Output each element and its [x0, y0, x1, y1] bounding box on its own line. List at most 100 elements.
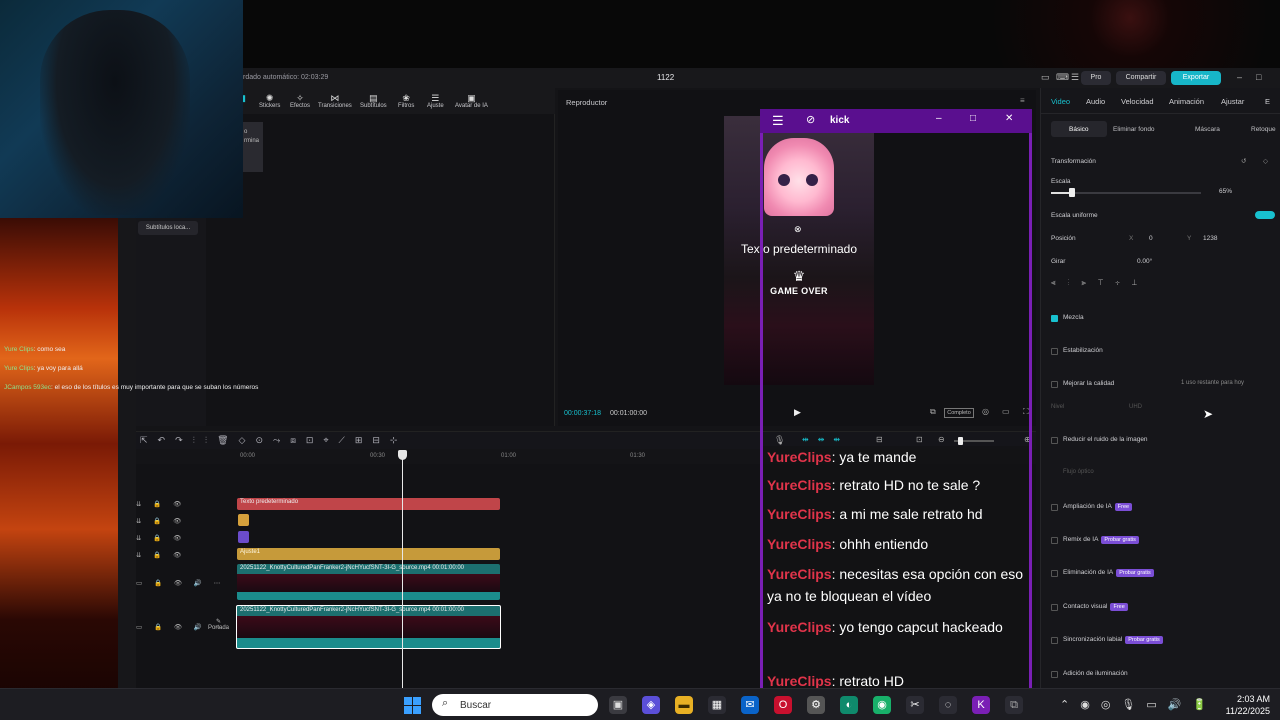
cover-button[interactable]: ✎ Portada	[208, 618, 229, 631]
clock-date: 11/22/2025	[1225, 706, 1270, 716]
adjust-clip[interactable]: Ajuste1	[237, 548, 500, 560]
media-card[interactable]: o rmina	[243, 122, 263, 172]
search-icon: ⌕	[442, 697, 449, 709]
eye-contact-checkbox[interactable]	[1051, 604, 1058, 611]
extra-app-icon[interactable]: ⧉	[1005, 696, 1023, 714]
capcut-icon[interactable]: ✂	[906, 696, 924, 714]
copilot-icon[interactable]: ◈	[642, 696, 660, 714]
tab-more[interactable]: E	[1265, 97, 1270, 106]
uniform-scale-toggle[interactable]	[1255, 211, 1275, 219]
keyframe-icon[interactable]: ◇	[1263, 157, 1268, 165]
keyboard-icon[interactable]: ⌨	[1056, 72, 1069, 83]
text-clip[interactable]: Texto predeterminado	[237, 498, 500, 510]
media-card-text: o rmina	[244, 129, 260, 144]
layout-icon[interactable]: ▭	[1041, 72, 1050, 83]
playhead[interactable]	[402, 450, 403, 688]
quality-level-value[interactable]: UHD	[1129, 404, 1142, 410]
kick-close-icon[interactable]: ✕	[1005, 113, 1013, 124]
denoise-checkbox[interactable]	[1051, 437, 1058, 444]
transition-icon: ⋈	[330, 93, 340, 103]
ai-remove-label: Eliminación de IA Probar gratis	[1063, 569, 1154, 577]
free-badge: Free	[1110, 603, 1128, 611]
effect-clip[interactable]	[238, 531, 249, 543]
subtab-retouch[interactable]: Retoque	[1251, 126, 1276, 133]
pro-button[interactable]: Pro	[1081, 71, 1111, 85]
track-controls[interactable]: ⇊ 🔒 👁	[136, 500, 186, 508]
lip-sync-checkbox[interactable]	[1051, 637, 1058, 644]
obs-icon[interactable]: ◌	[939, 696, 957, 714]
system-tray[interactable]: ⌃◉◎🎙▭🔊🔋	[1060, 698, 1217, 711]
taskbar-search[interactable]: ⌕ Buscar	[432, 694, 598, 716]
track-controls[interactable]: ⇊ 🔒 👁	[136, 534, 186, 542]
tab-adjust[interactable]: Ajustar	[1221, 97, 1244, 106]
playhead-handle[interactable]	[398, 450, 407, 460]
inspector-tabs: Video Audio Velocidad Animación Ajustar …	[1041, 88, 1280, 114]
local-subtitles-item[interactable]: Subtítulos loca...	[138, 221, 198, 235]
chrome-icon[interactable]: ◉	[873, 696, 891, 714]
opera-icon[interactable]: O	[774, 696, 792, 714]
tab-animation[interactable]: Animación	[1169, 97, 1204, 106]
subtab-basic[interactable]: Básico	[1069, 126, 1089, 133]
reset-icon[interactable]: ↺	[1241, 157, 1246, 165]
track-controls[interactable]: ▭ 🔒 👁 🔊 ⋯	[136, 579, 225, 587]
tab-audio[interactable]: Audio	[1086, 97, 1105, 106]
subtab-mask[interactable]: Máscara	[1195, 126, 1220, 133]
settings-app-icon[interactable]: ⚙	[807, 696, 825, 714]
transform-heading: Transformación	[1051, 158, 1096, 165]
taskbar-clock[interactable]: 2:03 AM 11/22/2025	[1214, 693, 1270, 717]
pos-y-value[interactable]: 1238	[1203, 235, 1217, 242]
timeline-tools[interactable]: ⇱↶↷⫶⫶🗑◇⊙⤳⧈⊡⌖⟋⊞⊟⊹	[136, 435, 407, 446]
maximize-icon[interactable]: □	[1256, 72, 1261, 82]
tool-filters[interactable]: ❀ Filtros	[398, 93, 414, 109]
tool-subtitles[interactable]: ▤ Subtítulos	[360, 93, 387, 109]
ai-remix-checkbox[interactable]	[1051, 537, 1058, 544]
ai-remove-checkbox[interactable]	[1051, 570, 1058, 577]
minimize-icon[interactable]: –	[1237, 72, 1242, 82]
export-button[interactable]: Exportar	[1171, 71, 1221, 85]
align-buttons[interactable]: ⫷⫶⫸⊤⊹⊥	[1051, 278, 1149, 288]
lighting-checkbox[interactable]	[1051, 671, 1058, 678]
video-clip-selected[interactable]: 20251122_KnottyCulturedPanFranker2-jNcHY…	[236, 605, 501, 649]
ai-expand-checkbox[interactable]	[1051, 504, 1058, 511]
video-clip[interactable]: 20251122_KnottyCulturedPanFranker2-jNcHY…	[237, 564, 500, 600]
subtab-remove-bg[interactable]: Eliminar fondo	[1113, 126, 1155, 133]
hamburger-menu-icon[interactable]: ☰	[772, 113, 784, 129]
share-button[interactable]: Compartir	[1116, 71, 1166, 85]
settings-icon[interactable]: ☰	[1071, 72, 1079, 83]
kick-minimize-icon[interactable]: –	[936, 113, 942, 124]
tab-speed[interactable]: Velocidad	[1121, 97, 1154, 106]
tab-video[interactable]: Video	[1051, 97, 1070, 106]
quality-checkbox[interactable]	[1051, 381, 1058, 388]
edge-icon[interactable]: ◐	[840, 696, 858, 714]
clock-time: 2:03 AM	[1236, 694, 1270, 704]
player-menu-icon[interactable]: ≡	[1020, 96, 1025, 105]
kick-maximize-icon[interactable]: □	[970, 113, 976, 124]
file-explorer-icon[interactable]: ▬	[675, 696, 693, 714]
start-button[interactable]	[404, 697, 421, 714]
mail-icon[interactable]: ✉	[741, 696, 759, 714]
tool-effects[interactable]: ✧ Efectos	[290, 93, 310, 109]
rotate-value[interactable]: 0.00°	[1137, 258, 1152, 265]
kick-title: kick	[830, 115, 850, 126]
video-clip-label: 20251122_KnottyCulturedPanFranker2-jNcHY…	[240, 565, 465, 571]
track-controls[interactable]: ⇊ 🔒 👁	[136, 517, 186, 525]
media-toolbar: ▮ ✺ Stickers ✧ Efectos ⋈ Transiciones ▤ Subt…	[241, 88, 555, 114]
blend-label: Mezcla	[1063, 314, 1084, 321]
try-free-badge: Probar gratis	[1125, 636, 1163, 644]
scale-value[interactable]: 65%	[1219, 188, 1232, 195]
store-icon[interactable]: ▦	[708, 696, 726, 714]
scale-slider-knob[interactable]	[1069, 188, 1075, 197]
tool-ai-avatar[interactable]: ▣ Avatar de IA	[455, 93, 488, 109]
tool-transitions[interactable]: ⋈ Transiciones	[318, 93, 352, 109]
track-controls[interactable]: ⇊ 🔒 👁	[136, 551, 186, 559]
task-view-icon[interactable]: ▣	[609, 696, 627, 714]
sticker-clip[interactable]	[238, 514, 249, 526]
ruler-tick: 01:00	[501, 453, 517, 459]
stabilize-checkbox[interactable]	[1051, 348, 1058, 355]
blend-checkbox[interactable]	[1051, 315, 1058, 322]
effects-icon: ✧	[296, 93, 304, 103]
tool-stickers[interactable]: ✺ Stickers	[259, 93, 280, 109]
kick-app-icon[interactable]: K	[972, 696, 990, 714]
tool-adjust[interactable]: ☰ Ajuste	[427, 93, 444, 109]
pos-x-value[interactable]: 0	[1149, 235, 1153, 242]
